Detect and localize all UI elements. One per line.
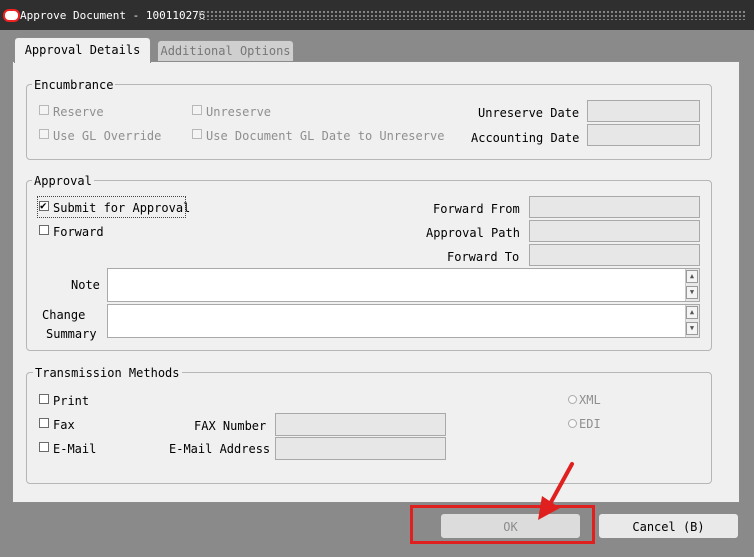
unreserve-label: Unreserve (206, 105, 272, 119)
fax-number-label: FAX Number (194, 419, 267, 433)
use-gl-override-label: Use GL Override (53, 129, 162, 143)
transmission-legend: Transmission Methods (33, 366, 182, 380)
oracle-logo-icon (3, 9, 20, 22)
note-scrollbar[interactable]: ▲ ▼ (685, 269, 699, 301)
tab-approval-details[interactable]: Approval Details (14, 37, 151, 63)
approval-legend: Approval (32, 174, 94, 188)
check-icon: ✔ (40, 199, 47, 212)
edi-radio[interactable] (568, 419, 577, 428)
approval-path-label: Approval Path (426, 226, 520, 240)
scroll-down-icon[interactable]: ▼ (686, 286, 698, 299)
edi-label: EDI (579, 417, 601, 431)
cancel-button[interactable]: Cancel (B) (598, 513, 739, 539)
unreserve-date-field[interactable] (587, 100, 700, 122)
fax-number-field[interactable] (275, 413, 446, 436)
email-address-label: E-Mail Address (169, 442, 271, 456)
accounting-date-label: Accounting Date (471, 131, 580, 145)
encumbrance-group (26, 84, 712, 160)
change-summary-textarea[interactable] (107, 304, 700, 338)
change-summary-scrollbar[interactable]: ▲ ▼ (685, 305, 699, 337)
tab-additional-options[interactable]: Additional Options (157, 40, 294, 61)
forward-to-label: Forward To (447, 250, 520, 264)
fax-label: Fax (53, 418, 75, 432)
accounting-date-field[interactable] (587, 124, 700, 146)
use-doc-gl-date-checkbox[interactable] (192, 129, 202, 139)
note-label: Note (71, 278, 100, 292)
approval-path-field[interactable] (529, 220, 700, 242)
unreserve-checkbox[interactable] (192, 105, 202, 115)
encumbrance-legend: Encumbrance (32, 78, 116, 92)
change-summary-label-1: Change (42, 308, 86, 322)
title-bar-grip (198, 10, 746, 20)
arrow-annotation-icon (538, 462, 574, 520)
print-label: Print (53, 394, 90, 408)
unreserve-date-label: Unreserve Date (478, 106, 580, 120)
forward-from-field[interactable] (529, 196, 700, 218)
forward-to-field[interactable] (529, 244, 700, 266)
use-doc-gl-date-label: Use Document GL Date to Unreserve (206, 129, 445, 143)
change-summary-label-2: Summary (46, 327, 97, 341)
scroll-up-icon[interactable]: ▲ (686, 306, 698, 319)
submit-for-approval-checkbox[interactable]: ✔ (39, 199, 49, 212)
reserve-label: Reserve (53, 105, 104, 119)
email-label: E-Mail (53, 442, 97, 456)
email-address-field[interactable] (275, 437, 446, 460)
reserve-checkbox[interactable] (39, 105, 49, 115)
email-checkbox[interactable] (39, 442, 49, 452)
xml-label: XML (579, 393, 601, 407)
use-gl-override-checkbox[interactable] (39, 129, 49, 139)
submit-for-approval-label: Submit for Approval (53, 201, 191, 215)
xml-radio[interactable] (568, 395, 577, 404)
scroll-up-icon[interactable]: ▲ (686, 270, 698, 283)
scroll-down-icon[interactable]: ▼ (686, 322, 698, 335)
print-checkbox[interactable] (39, 394, 49, 404)
forward-label: Forward (53, 225, 104, 239)
fax-checkbox[interactable] (39, 418, 49, 428)
forward-from-label: Forward From (433, 202, 520, 216)
forward-checkbox[interactable] (39, 225, 49, 235)
window-title: Approve Document - 100110276 (20, 9, 206, 22)
note-textarea[interactable] (107, 268, 700, 302)
title-bar[interactable]: Approve Document - 100110276 (0, 0, 754, 30)
